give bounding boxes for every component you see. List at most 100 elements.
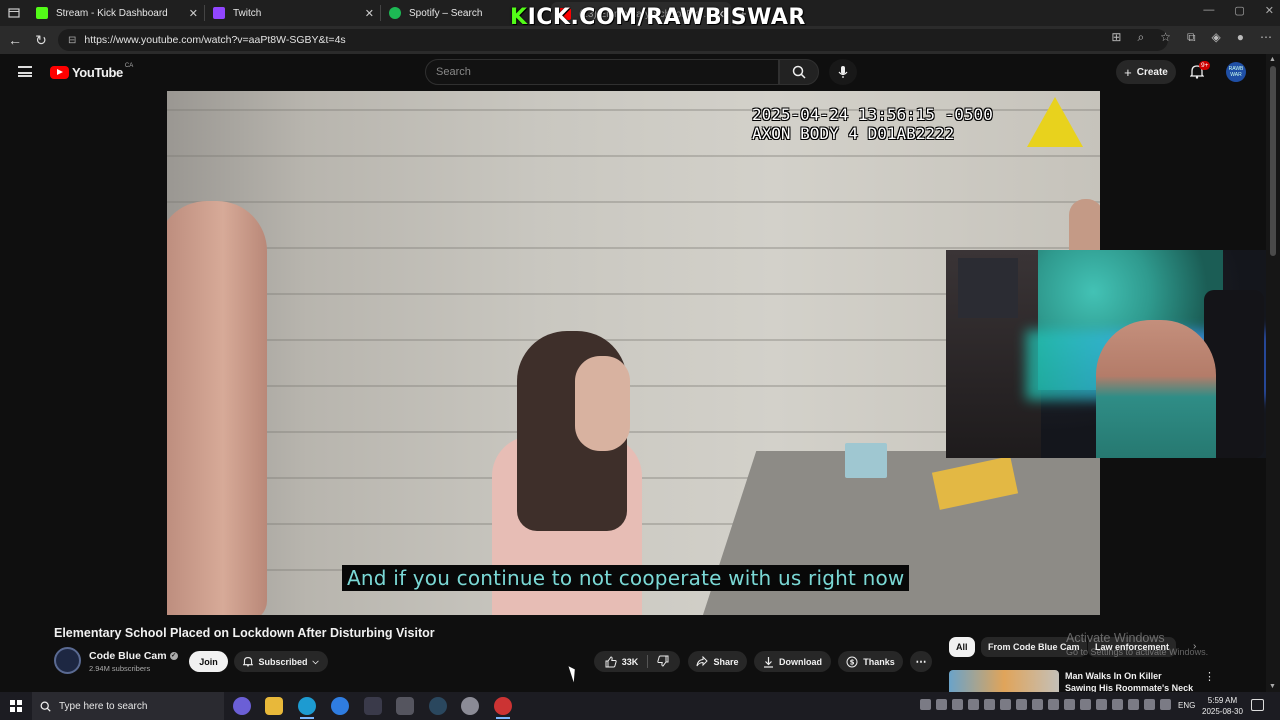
guide-menu-icon[interactable] [18, 66, 32, 77]
scrollbar-thumb[interactable] [1270, 66, 1276, 256]
search-input[interactable] [436, 66, 736, 78]
kick-favicon-icon [36, 7, 48, 19]
reload-icon[interactable]: ↻ [28, 32, 54, 49]
close-window-icon[interactable]: ✕ [1265, 4, 1274, 17]
like-button[interactable]: 33K [605, 655, 638, 668]
profile-icon[interactable]: ● [1237, 30, 1244, 45]
tray-icon[interactable] [1000, 699, 1011, 710]
maximize-icon[interactable]: ▢ [1234, 4, 1244, 17]
file-explorer-icon[interactable] [265, 697, 283, 715]
site-info-icon[interactable]: ⊟ [68, 35, 76, 46]
tray-icon[interactable] [1032, 699, 1043, 710]
notification-badge: 9+ [1199, 61, 1211, 70]
account-avatar[interactable]: RAWB WAR [1226, 62, 1246, 82]
tray-icon[interactable] [1016, 699, 1027, 710]
back-icon[interactable]: ← [2, 32, 28, 48]
axon-logo-icon [1027, 97, 1083, 147]
tray-icon[interactable] [1160, 699, 1171, 710]
extensions-icon[interactable]: ⧉ [1187, 30, 1196, 45]
tab-twitch[interactable]: Twitch ✕ [205, 1, 380, 25]
subscribed-button[interactable]: Subscribed ⌵ [234, 651, 328, 672]
video-title: Elementary School Placed on Lockdown Aft… [54, 626, 435, 640]
search-button[interactable] [779, 59, 819, 85]
recording-app-icon[interactable] [494, 697, 512, 719]
plus-icon: + [1124, 64, 1132, 80]
search-field-wrapper [425, 59, 779, 85]
join-button[interactable]: Join [189, 651, 228, 672]
windows-start-icon[interactable] [10, 700, 22, 712]
tray-icon[interactable] [1096, 699, 1107, 710]
close-tab-icon[interactable]: ✕ [189, 7, 198, 20]
more-menu-icon[interactable]: ⋯ [1260, 30, 1272, 45]
tray-icon[interactable] [936, 699, 947, 710]
youtube-header: YouTube CA + Create 9+ RAWB WAR [0, 54, 1266, 90]
channel-avatar[interactable] [54, 647, 81, 674]
tray-icon[interactable] [968, 699, 979, 710]
steam-icon[interactable] [429, 697, 447, 715]
video-frame-hand [167, 201, 267, 615]
bodycam-timestamp: 2025-04-24 13:56:15 -0500 AXON BODY 4 D01… [752, 105, 993, 143]
tray-icon[interactable] [984, 699, 995, 710]
thumbs-down-icon [657, 655, 669, 667]
browser-toolbar-icons: ⊞ ⌕ ☆ ⧉ ◈ ● ⋯ [1111, 30, 1272, 45]
video-frame-tissue-box [845, 443, 887, 478]
channel-name[interactable]: Code Blue Cam ✓ [89, 650, 178, 662]
tray-icon[interactable] [1048, 699, 1059, 710]
tab-kick-dashboard[interactable]: Stream - Kick Dashboard ✕ [28, 1, 204, 25]
taskbar-search-input[interactable] [59, 700, 219, 712]
recommended-video-title[interactable]: Man Walks In On Killer Sawing His Roomma… [1065, 670, 1195, 692]
voice-search-button[interactable] [829, 59, 857, 85]
download-button[interactable]: Download [754, 651, 831, 672]
settings-gear-icon[interactable] [396, 697, 414, 715]
zoom-icon[interactable]: ⌕ [1137, 30, 1144, 45]
create-button[interactable]: + Create [1116, 60, 1176, 84]
twitch-favicon-icon [213, 7, 225, 19]
recommended-video-thumbnail[interactable] [949, 670, 1059, 692]
tray-icon[interactable] [1144, 699, 1155, 710]
page-scrollbar[interactable]: ▲ ▼ [1266, 54, 1280, 692]
media-app-icon[interactable] [364, 697, 382, 715]
tray-icon[interactable] [1080, 699, 1091, 710]
tab-label: Spotify – Search [409, 7, 483, 19]
tray-icon[interactable] [920, 699, 931, 710]
subscriber-count: 2.94M subscribers [89, 664, 151, 673]
scroll-up-icon[interactable]: ▲ [1269, 56, 1276, 63]
copilot-icon[interactable]: ◈ [1212, 30, 1221, 45]
video-frame-officer [1069, 199, 1100, 251]
system-tray-icons [920, 699, 1171, 710]
mouse-cursor-icon [568, 664, 579, 683]
tray-icon[interactable] [1128, 699, 1139, 710]
tab-label: Twitch [233, 7, 262, 19]
notification-center-icon[interactable] [1251, 699, 1264, 711]
app-icon[interactable] [461, 697, 479, 715]
share-arrow-icon [696, 656, 709, 667]
copilot-app-icon[interactable] [233, 697, 251, 715]
input-language[interactable]: ENG [1178, 701, 1195, 710]
url-text: https://www.youtube.com/watch?v=aaPt8W-S… [84, 34, 346, 46]
tray-icon[interactable] [952, 699, 963, 710]
url-field[interactable]: ⊟ https://www.youtube.com/watch?v=aaPt8W… [58, 29, 1168, 51]
dislike-button[interactable] [657, 655, 669, 669]
obs-like-app-icon[interactable] [331, 697, 349, 715]
more-actions-button[interactable]: ⋯ [910, 651, 932, 672]
thanks-button[interactable]: $ Thanks [838, 651, 903, 672]
close-tab-icon[interactable]: ✕ [365, 7, 374, 20]
tray-icon[interactable] [1064, 699, 1075, 710]
tab-actions-icon[interactable] [8, 1, 22, 25]
favorite-star-icon[interactable]: ☆ [1160, 30, 1171, 45]
window-controls: — ▢ ✕ [1203, 4, 1274, 17]
minimize-icon[interactable]: — [1203, 4, 1214, 17]
app-available-icon[interactable]: ⊞ [1111, 30, 1121, 45]
chip-all[interactable]: All [949, 637, 975, 657]
edge-browser-icon[interactable] [298, 697, 316, 719]
thumbs-up-icon [605, 655, 617, 667]
youtube-play-icon [50, 66, 69, 79]
system-clock[interactable]: 5:59 AM 2025-08-30 [1202, 695, 1243, 717]
youtube-logo[interactable]: YouTube CA [50, 63, 133, 80]
tray-icon[interactable] [1112, 699, 1123, 710]
download-icon [764, 656, 773, 668]
scroll-down-icon[interactable]: ▼ [1269, 683, 1276, 690]
share-button[interactable]: Share [688, 651, 747, 672]
more-vertical-icon[interactable]: ⋮ [1204, 670, 1215, 683]
more-horizontal-icon: ⋯ [915, 656, 927, 668]
